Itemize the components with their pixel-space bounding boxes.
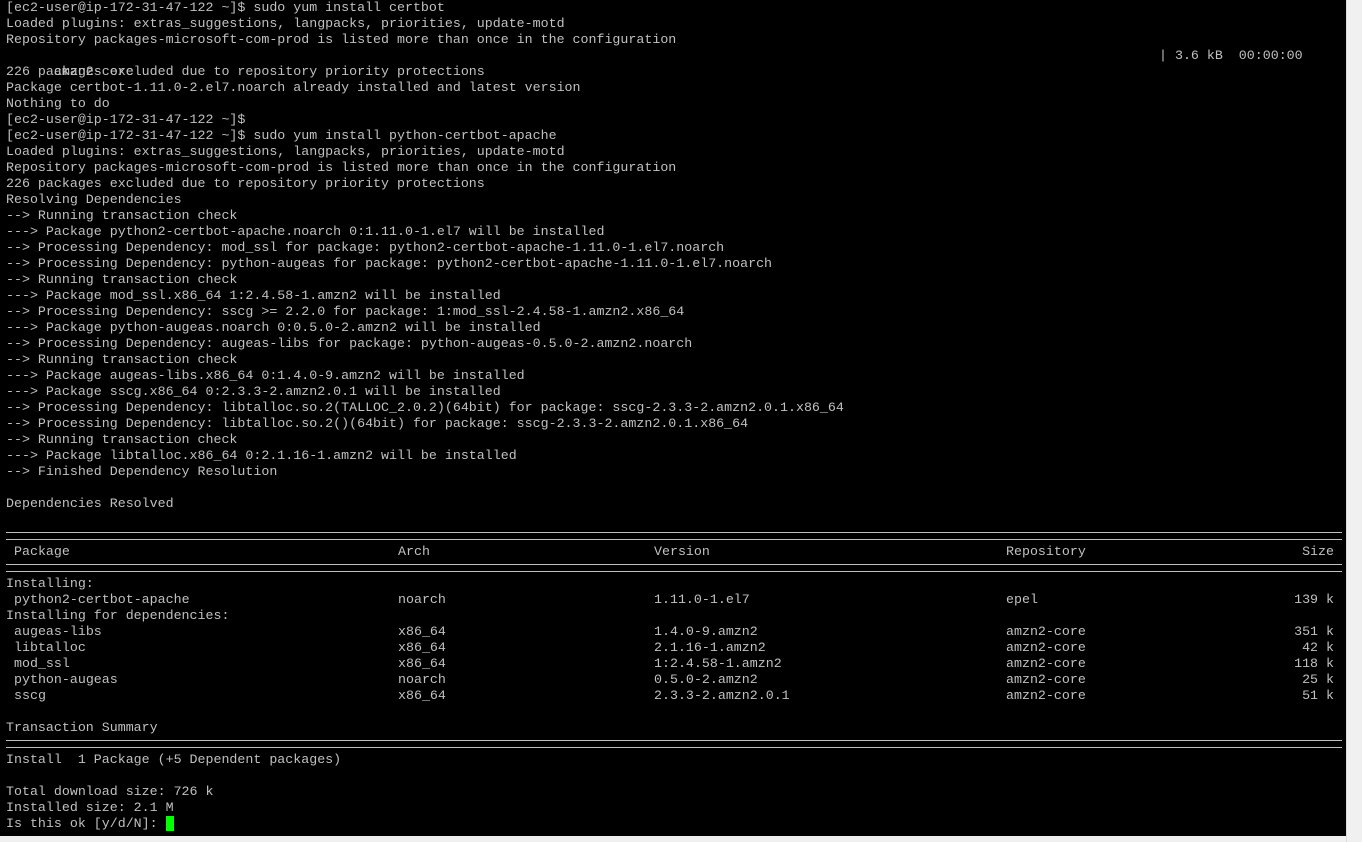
table-top-rule [6, 532, 1342, 540]
terminal-line: Dependencies Resolved [6, 496, 174, 511]
cell-repository: amzn2-core [1006, 640, 1086, 655]
terminal-line: --> Running transaction check [6, 208, 238, 223]
download-progress: | 3.6 kB 00:00:00 [1159, 48, 1303, 63]
table-header-rule [6, 564, 1342, 572]
cell-version: 1.4.0-9.amzn2 [654, 624, 758, 639]
table-row: libtalloc x86_64 2.1.16-1.amzn2 amzn2-co… [6, 640, 1346, 656]
terminal-line: --> Running transaction check [6, 432, 238, 447]
terminal-line: ---> Package augeas-libs.x86_64 0:1.4.0-… [6, 368, 525, 383]
table-header: Package Arch Version Repository Size [6, 544, 1346, 560]
header-size: Size [1302, 544, 1334, 559]
cell-size: 118 k [1294, 656, 1334, 671]
cell-arch: noarch [398, 672, 446, 687]
terminal-line: Loaded plugins: extras_suggestions, lang… [6, 16, 565, 31]
cell-repository: epel [1006, 592, 1038, 607]
terminal-line: ---> Package python-augeas.noarch 0:0.5.… [6, 320, 541, 335]
terminal-window[interactable]: [ec2-user@ip-172-31-47-122 ~]$ sudo yum … [0, 0, 1346, 836]
terminal-line: [ec2-user@ip-172-31-47-122 ~]$ sudo yum … [6, 128, 557, 143]
cell-arch: noarch [398, 592, 446, 607]
cell-size: 351 k [1294, 624, 1334, 639]
cell-package: python2-certbot-apache [14, 592, 190, 607]
cell-arch: x86_64 [398, 640, 446, 655]
install-line: Install 1 Package (+5 Dependent packages… [6, 752, 342, 767]
cell-size: 51 k [1302, 688, 1334, 703]
header-package: Package [14, 544, 70, 559]
cell-version: 2.1.16-1.amzn2 [654, 640, 766, 655]
table-row: mod_ssl x86_64 1:2.4.58-1.amzn2 amzn2-co… [6, 656, 1346, 672]
table-row: python2-certbot-apache noarch 1.11.0-1.e… [6, 592, 1346, 608]
cell-size: 139 k [1294, 592, 1334, 607]
terminal-line: --> Finished Dependency Resolution [6, 464, 278, 479]
cell-repository: amzn2-core [1006, 672, 1086, 687]
installing-label: Installing: [6, 576, 94, 591]
table-row: augeas-libs x86_64 1.4.0-9.amzn2 amzn2-c… [6, 624, 1346, 640]
terminal-line: Repository packages-microsoft-com-prod i… [6, 160, 677, 175]
terminal-line: --> Processing Dependency: libtalloc.so.… [6, 416, 749, 431]
cell-package: libtalloc [14, 640, 86, 655]
deps-label: Installing for dependencies: [6, 608, 230, 623]
cell-package: sscg [14, 688, 46, 703]
terminal-line: ---> Package python2-certbot-apache.noar… [6, 224, 605, 239]
terminal-line: Nothing to do [6, 96, 110, 111]
terminal-line: [ec2-user@ip-172-31-47-122 ~]$ [6, 112, 246, 127]
cell-arch: x86_64 [398, 688, 446, 703]
cell-arch: x86_64 [398, 624, 446, 639]
terminal-line: --> Running transaction check [6, 352, 238, 367]
cell-package: augeas-libs [14, 624, 102, 639]
terminal-line: ---> Package mod_ssl.x86_64 1:2.4.58-1.a… [6, 288, 501, 303]
text-cursor[interactable] [165, 816, 174, 831]
installed-size: Installed size: 2.1 M [6, 800, 174, 815]
terminal-line: --> Processing Dependency: mod_ssl for p… [6, 240, 725, 255]
terminal-line: Package certbot-1.11.0-2.el7.noarch alre… [6, 80, 581, 95]
cell-package: python-augeas [14, 672, 118, 687]
terminal-line: ---> Package libtalloc.x86_64 0:2.1.16-1… [6, 448, 517, 463]
terminal-line: ---> Package sscg.x86_64 0:2.3.3-2.amzn2… [6, 384, 501, 399]
scrollbar-track[interactable] [1346, 0, 1362, 842]
table-row: python-augeas noarch 0.5.0-2.amzn2 amzn2… [6, 672, 1346, 688]
cell-size: 25 k [1302, 672, 1334, 687]
cell-package: mod_ssl [14, 656, 70, 671]
terminal-line: Loaded plugins: extras_suggestions, lang… [6, 144, 565, 159]
summary-title: Transaction Summary [6, 720, 158, 735]
terminal-line-amzn2-core: amzn2-core | 3.6 kB 00:00:00 [6, 48, 1346, 79]
terminal-line: Resolving Dependencies [6, 192, 182, 207]
cell-repository: amzn2-core [1006, 688, 1086, 703]
cell-arch: x86_64 [398, 656, 446, 671]
summary-rule [6, 740, 1342, 748]
terminal-line: --> Processing Dependency: augeas-libs f… [6, 336, 693, 351]
cell-size: 42 k [1302, 640, 1334, 655]
download-size: Total download size: 726 k [6, 784, 214, 799]
confirm-prompt: Is this ok [y/d/N]: [6, 816, 166, 831]
cell-version: 2.3.3-2.amzn2.0.1 [654, 688, 790, 703]
terminal-output: [ec2-user@ip-172-31-47-122 ~]$ sudo yum … [6, 0, 1346, 832]
header-repository: Repository [1006, 544, 1086, 559]
header-version: Version [654, 544, 710, 559]
cell-repository: amzn2-core [1006, 624, 1086, 639]
terminal-line: --> Processing Dependency: sscg >= 2.2.0… [6, 304, 685, 319]
terminal-line: 226 packages excluded due to repository … [6, 64, 485, 79]
terminal-line: [ec2-user@ip-172-31-47-122 ~]$ sudo yum … [6, 0, 445, 15]
terminal-line: --> Processing Dependency: python-augeas… [6, 256, 773, 271]
terminal-line: 226 packages excluded due to repository … [6, 176, 485, 191]
cell-repository: amzn2-core [1006, 656, 1086, 671]
header-arch: Arch [398, 544, 430, 559]
prompt-line[interactable]: Is this ok [y/d/N]: [6, 816, 1346, 832]
terminal-line: --> Processing Dependency: libtalloc.so.… [6, 400, 844, 415]
cell-version: 1:2.4.58-1.amzn2 [654, 656, 782, 671]
cell-version: 0.5.0-2.amzn2 [654, 672, 758, 687]
table-row: sscg x86_64 2.3.3-2.amzn2.0.1 amzn2-core… [6, 688, 1346, 704]
terminal-line: --> Running transaction check [6, 272, 238, 287]
window-bottom-edge [0, 836, 1346, 842]
cell-version: 1.11.0-1.el7 [654, 592, 750, 607]
terminal-line: Repository packages-microsoft-com-prod i… [6, 32, 677, 47]
